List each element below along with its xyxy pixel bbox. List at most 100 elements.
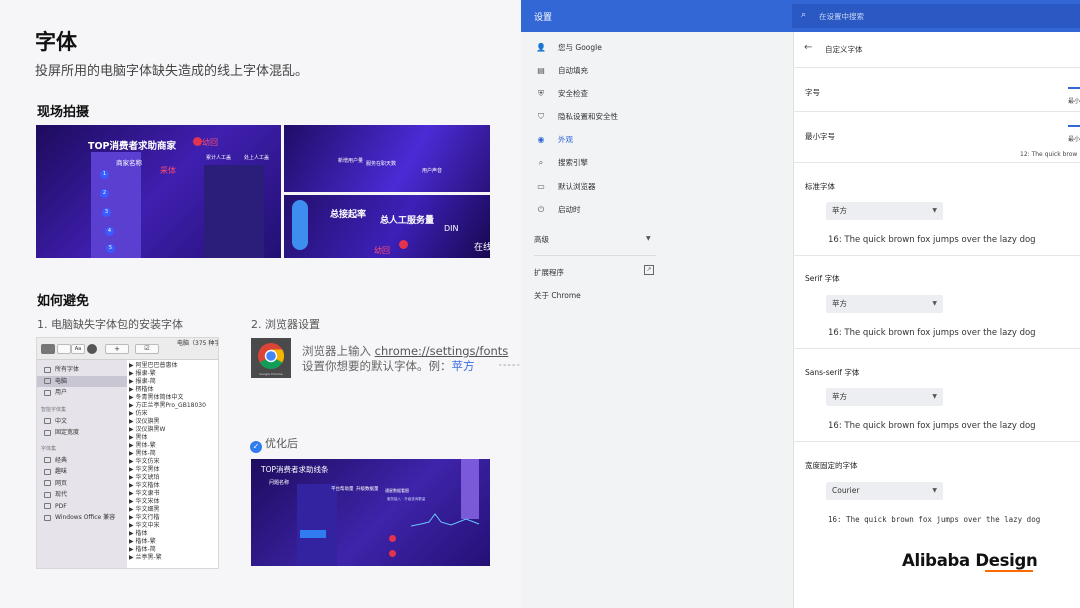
collection-icon xyxy=(44,514,51,521)
font-family-name: 华文仿宋 xyxy=(135,458,160,465)
font-family-row[interactable]: ▶ 冬青黑体简体中文 xyxy=(129,394,206,402)
font-family-row[interactable]: ▶ 报隶-简 xyxy=(129,378,206,386)
chevron-down-icon: ▼ xyxy=(932,207,937,214)
nav-extensions[interactable]: 扩展程序 xyxy=(534,267,564,278)
font-family-name: 仿宋 xyxy=(135,410,148,417)
nav-item[interactable]: ◉ 外观 xyxy=(534,134,574,146)
search-icon[interactable]: ⌕ xyxy=(801,10,806,20)
shield-icon: ⛉ xyxy=(538,112,544,121)
photo-rank-badge: 2 xyxy=(100,189,109,198)
font-family-row[interactable]: ▶ 楷体 xyxy=(129,530,206,538)
nav-item[interactable]: ⌕ 搜索引擎 xyxy=(534,157,588,169)
font-family-row[interactable]: ▶ 黑体-简 xyxy=(129,450,206,458)
collection-item[interactable]: Windows Office 兼容 xyxy=(37,512,127,524)
font-family-row[interactable]: ▶ 报隶-繁 xyxy=(129,370,206,378)
collection-item[interactable]: 趣味 xyxy=(37,466,127,478)
font-family-row[interactable]: ▶ 楷体-简 xyxy=(129,546,206,554)
nav-advanced[interactable]: 高级 xyxy=(534,234,549,245)
font-family-row[interactable]: ▶ 华文细黑 xyxy=(129,506,206,514)
font-family-name: 楷体 xyxy=(135,530,148,537)
add-font-button[interactable]: + xyxy=(105,344,129,354)
min-size-slider[interactable] xyxy=(1068,125,1080,127)
nav-about-chrome[interactable]: 关于 Chrome xyxy=(534,290,581,301)
validate-icon[interactable]: ☑ xyxy=(135,344,159,354)
font-family-row[interactable]: ▶ 华文宋体 xyxy=(129,498,206,506)
font-family-row[interactable]: ▶ 仿宋 xyxy=(129,410,206,418)
collection-item[interactable]: 经典 xyxy=(37,455,127,467)
collection-item[interactable]: 网页 xyxy=(37,478,127,490)
font-family-row[interactable]: ▶ 汉仪旗黑 xyxy=(129,418,206,426)
nav-item[interactable]: ⛨ 安全检查 xyxy=(534,88,588,100)
sidebar-toggle-button[interactable] xyxy=(41,344,55,354)
chrome-fonts-link[interactable]: chrome://settings/fonts xyxy=(375,344,509,358)
divider xyxy=(793,348,1080,349)
font-family-row[interactable]: ▶ 黑体 xyxy=(129,434,206,442)
standard-font-select[interactable]: 苹方 ▼ xyxy=(826,202,943,220)
font-family-name: 华文隶书 xyxy=(135,490,160,497)
collection-heading: 字体集 xyxy=(41,445,57,452)
back-arrow-icon[interactable]: ← xyxy=(804,42,812,53)
font-family-name: 华文琥珀 xyxy=(135,474,160,481)
slide-title: 字体 xyxy=(35,30,77,54)
collection-item-label: 经典 xyxy=(55,456,68,464)
select-value: 苹方 xyxy=(832,392,847,401)
font-family-row[interactable]: ▶ 黑体-繁 xyxy=(129,442,206,450)
nav-item[interactable]: ▭ 默认浏览器 xyxy=(534,181,595,193)
font-family-row[interactable]: ▶ 华文黑体 xyxy=(129,466,206,474)
font-family-row[interactable]: ▶ 楷体-繁 xyxy=(129,538,206,546)
open-external-icon[interactable]: ↗ xyxy=(644,265,654,275)
font-family-name: 黑体-繁 xyxy=(135,442,156,449)
font-family-row[interactable]: ▶ 华文中宋 xyxy=(129,522,206,530)
fontbook-source-item[interactable]: 所有字体 xyxy=(37,364,127,376)
font-family-row[interactable]: ▶ 阿里巴巴普惠体 xyxy=(129,362,206,370)
smart-collection-item[interactable]: 固定宽度 xyxy=(37,427,127,439)
fontbook-source-item-label: 所有字体 xyxy=(55,366,80,373)
preview-button[interactable]: Aa xyxy=(71,344,85,354)
smart-collection-item[interactable]: 中文 xyxy=(37,416,127,428)
font-family-name: 楷体-繁 xyxy=(135,538,156,545)
collection-icon xyxy=(44,480,51,486)
font-family-row[interactable]: ▶ 楞楷体 xyxy=(129,386,206,394)
font-family-row[interactable]: ▶ 华文琥珀 xyxy=(129,474,206,482)
sans-serif-font-select[interactable]: 苹方 ▼ xyxy=(826,388,943,406)
font-family-row[interactable]: ▶ 华文仿宋 xyxy=(129,458,206,466)
font-family-row[interactable]: ▶ 汉仪旗黑W xyxy=(129,426,206,434)
nav-item[interactable]: ⛉ 隐私设置和安全性 xyxy=(534,111,618,123)
fixed-width-font-select[interactable]: Courier ▼ xyxy=(826,482,943,500)
info-icon[interactable] xyxy=(87,344,97,354)
photo-col-text: 问题名称 xyxy=(269,480,290,486)
font-family-row[interactable]: ▶ 华文楷体 xyxy=(129,482,206,490)
nav-item[interactable]: ▤ 自动填充 xyxy=(534,65,588,77)
photo-text: 总人工服务量 xyxy=(380,216,435,226)
font-list: ▶ 阿里巴巴普惠体 ▶ 报隶-繁 ▶ 报隶-简 ▶ 楞楷体 ▶ 冬青黑体简体中文 ▶ 方正… xyxy=(129,362,206,562)
nav-item[interactable]: ⏻ 启动时 xyxy=(534,204,581,216)
font-size-slider[interactable] xyxy=(1068,87,1080,89)
chevron-down-icon[interactable]: ▼ xyxy=(646,235,651,242)
standard-font-sample: 16: The quick brown fox jumps over the l… xyxy=(828,235,1036,245)
font-family-row[interactable]: ▶ 兰亭黑-繁 xyxy=(129,554,206,562)
fontbook-source-item[interactable]: 用户 xyxy=(37,387,127,399)
font-family-row[interactable]: ▶ 华文隶书 xyxy=(129,490,206,498)
search-placeholder: 在设置中搜索 xyxy=(819,12,864,21)
power-icon: ⏻ xyxy=(537,205,545,214)
nav-about-label: 关于 Chrome xyxy=(534,291,581,300)
scene-photo-1: TOP消费者求助商家 幼回 商家名称 累计人工盖 处上人工盖 采体 1 2 3 … xyxy=(36,125,281,258)
font-family-row[interactable]: ▶ 方正兰亭黑Pro_GB18030 xyxy=(129,402,206,410)
slider-min-tag: 最小 xyxy=(1068,136,1080,143)
font-family-row[interactable]: ▶ 华文行楷 xyxy=(129,514,206,522)
font-family-name: 汉仪旗黑W xyxy=(135,426,166,433)
palette-icon: ◉ xyxy=(537,135,545,144)
slide-subtitle: 投屏所用的电脑字体缺失造成的线上字体混乱。 xyxy=(35,64,309,79)
fontbook-source-item[interactable]: 电脑 xyxy=(37,375,127,387)
step2-description: 浏览器上输入 chrome://settings/fonts 设置你想要的默认字… xyxy=(302,344,508,374)
collection-item-label: PDF xyxy=(55,502,67,510)
serif-font-sample: 16: The quick brown fox jumps over the l… xyxy=(828,328,1036,338)
step2-text: 浏览器上输入 xyxy=(302,344,375,358)
serif-font-select[interactable]: 苹方 ▼ xyxy=(826,295,943,313)
collection-item-label: Windows Office 兼容 xyxy=(55,514,116,521)
grid-view-button[interactable] xyxy=(57,344,71,354)
chevron-down-icon: ▼ xyxy=(932,487,937,494)
collection-item[interactable]: PDF xyxy=(37,501,127,513)
collection-item[interactable]: 现代 xyxy=(37,489,127,501)
nav-item[interactable]: 👤 您与 Google xyxy=(534,42,602,54)
